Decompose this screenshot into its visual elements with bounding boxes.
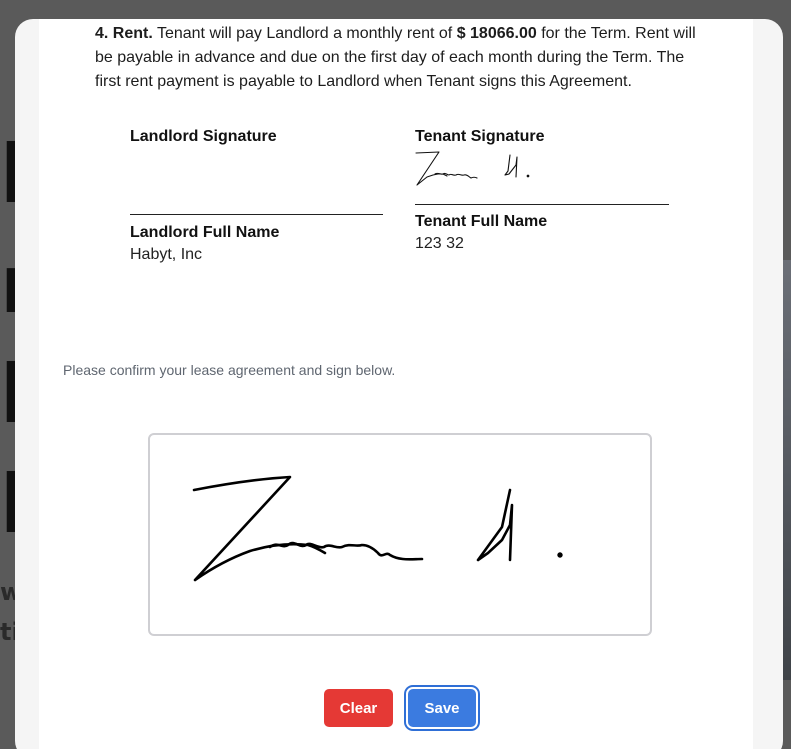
clear-button[interactable]: Clear: [324, 689, 393, 727]
landlord-name-block: Landlord Full Name Habyt, Inc: [130, 223, 279, 267]
signature-modal: 4. Rent. Tenant will pay Landlord a mont…: [15, 19, 783, 749]
rent-clause: 4. Rent. Tenant will pay Landlord a mont…: [95, 22, 705, 94]
tenant-name-block: Tenant Full Name 123 32: [415, 212, 547, 256]
rent-amount: $ 18066.00: [456, 25, 537, 42]
landlord-signature-label: Landlord Signature: [130, 128, 277, 145]
rent-heading: 4. Rent.: [95, 25, 153, 42]
landlord-full-name: Habyt, Inc: [130, 246, 203, 263]
save-button[interactable]: Save: [408, 689, 476, 727]
lease-document: 4. Rent. Tenant will pay Landlord a mont…: [39, 19, 753, 749]
landlord-full-name-label: Landlord Full Name: [130, 224, 280, 241]
drawn-signature: [192, 475, 563, 582]
landlord-signature-block: Landlord Signature: [130, 127, 277, 147]
tenant-signature-image: [415, 151, 530, 186]
tenant-signature-block: Tenant Signature: [415, 127, 545, 147]
sign-instruction: Please confirm your lease agreement and …: [63, 362, 396, 378]
tenant-signature-label: Tenant Signature: [415, 128, 545, 145]
rent-text: Tenant will pay Landlord a monthly rent …: [152, 25, 457, 42]
tenant-signature-line: [415, 204, 669, 205]
tenant-full-name-label: Tenant Full Name: [415, 213, 548, 230]
signature-pad[interactable]: [148, 433, 652, 636]
landlord-signature-line: [130, 214, 383, 215]
tenant-full-name: 123 32: [415, 235, 464, 252]
